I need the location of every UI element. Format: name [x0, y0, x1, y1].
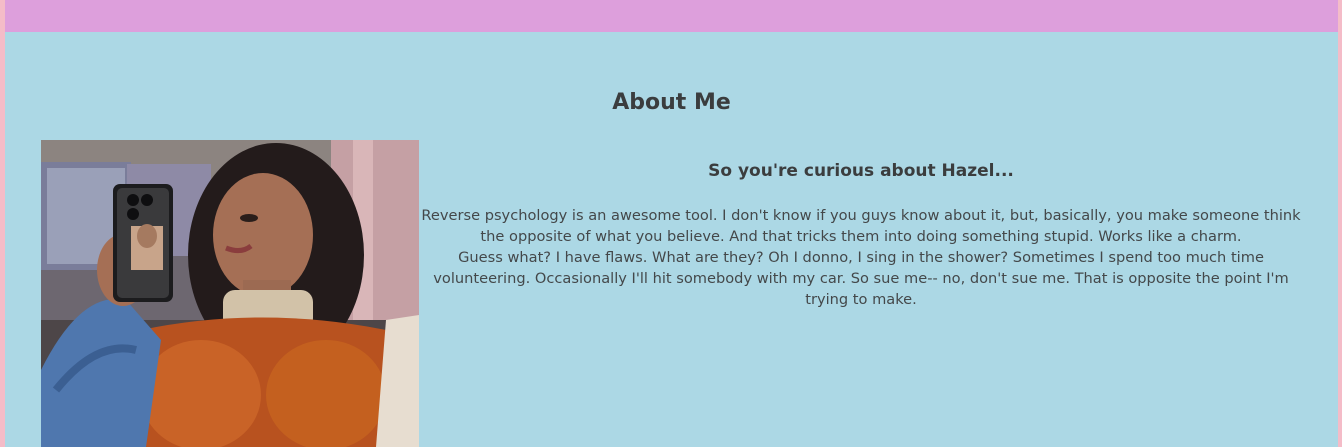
- about-subheading: So you're curious about Hazel...: [708, 161, 1014, 181]
- profile-photo: [41, 140, 419, 447]
- page-frame: About Me So you're curious about Hazel..…: [5, 0, 1338, 447]
- about-bio: Reverse psychology is an awesome tool. I…: [421, 205, 1301, 310]
- profile-photo-icon: [41, 140, 419, 447]
- top-bar: [5, 0, 1338, 32]
- about-title: About Me: [612, 90, 731, 115]
- bio-paragraph-1: Reverse psychology is an awesome tool. I…: [421, 207, 1301, 245]
- bio-paragraph-2: Guess what? I have flaws. What are they?…: [433, 249, 1289, 308]
